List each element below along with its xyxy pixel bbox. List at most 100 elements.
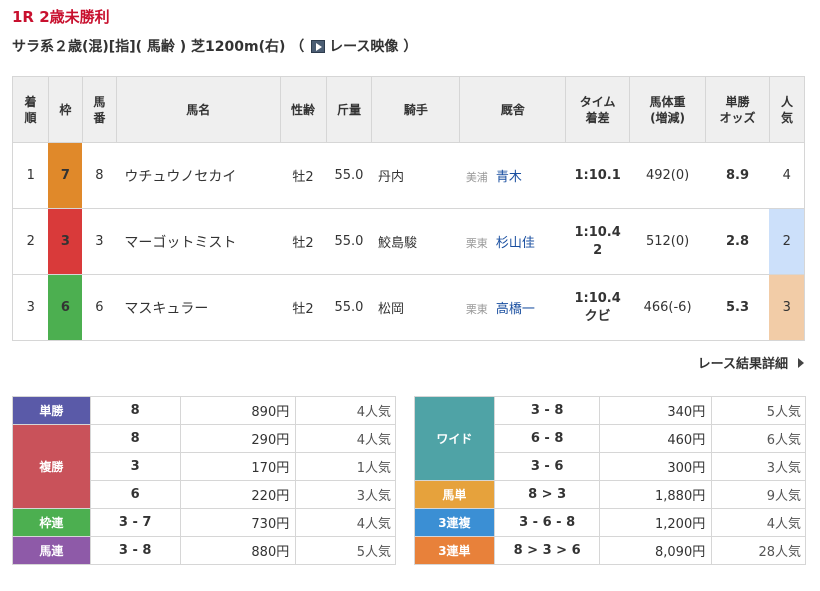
body-weight: 492(0) [629,142,706,209]
chevron-right-icon[interactable] [798,358,804,368]
payout-popularity: 4人気 [711,508,806,537]
header-body-weight: 馬体重 (増減) [629,76,707,143]
payout-amount: 460円 [599,424,713,453]
payout-row: 3連複 3 - 6 - 8 1,200円 4人気 [414,508,806,537]
sex-age: 牡2 [280,208,326,275]
race-video-link[interactable]: レース映像 [329,39,398,55]
time-value: 1:10.4 [574,224,621,240]
horse-number: 6 [82,274,117,341]
payout-popularity: 4人気 [295,424,396,453]
result-row: 3 6 6 マスキュラー 牡2 55.0 松岡 栗東 高橋一 1:10.4 クビ 466(-6) 5.3… [12,274,806,341]
payout-type-label: 馬単 [414,480,495,509]
header-odds: 単勝 オッズ [705,76,770,143]
payout-row: 馬単 8 > 3 1,880円 9人気 [414,480,806,509]
win-odds: 5.3 [705,274,770,341]
payout-type-label: 3連単 [414,536,495,565]
payout-amount: 340円 [599,396,713,425]
header-horse: 馬名 [115,76,281,143]
jockey-link[interactable]: 鮫島駿 [371,208,460,275]
finish-time: 1:10.1 [565,142,630,209]
payout-type-label: ワイド [414,396,495,481]
trainer-link[interactable]: 高橋一 [496,302,535,317]
race-details-link[interactable]: レース結果詳細 [698,353,804,372]
payout-row: 枠連 3 - 7 730円 4人気 [12,508,396,537]
result-row: 1 7 8 ウチュウノセカイ 牡2 55.0 丹内 美浦 青木 1:10.1 492(0) 8.9 4 [12,142,806,209]
payout-combination: 3 - 6 [493,452,601,481]
payout-popularity: 4人気 [295,508,396,537]
payout-popularity: 4人気 [295,396,396,425]
result-row: 2 3 3 マーゴットミスト 牡2 55.0 鮫島駿 栗東 杉山佳 1:10.4 2 512(0) 2.… [12,208,806,275]
horse-name-link[interactable]: ウチュウノセカイ [116,142,281,209]
jockey-link[interactable]: 丹内 [371,142,460,209]
race-conditions: サラ系２歳(混)[指]( 馬齢 ) 芝1200m(右) （ レース映像 ） [12,36,417,56]
body-weight: 466(-6) [629,274,706,341]
payout-type-label: 枠連 [12,508,91,537]
horse-number: 8 [82,142,117,209]
margin-value: 2 [593,242,603,258]
header-jockey: 騎手 [371,76,461,143]
payout-row: 単勝 8 890円 4人気 [12,396,396,425]
header-sex-age: 性齢 [279,76,327,143]
popularity: 3 [769,274,806,341]
payout-type-label: 複勝 [12,424,91,509]
payout-combination: 8 > 3 > 6 [493,536,601,565]
header-number: 馬番 [81,76,117,143]
payout-amount: 730円 [179,508,297,537]
header-trainer: 厩舎 [459,76,567,143]
results-header-row: 着順 枠 馬番 馬名 性齢 斤量 騎手 厩舎 タイム 着差 馬体重 (増減) 単勝オ… [12,76,806,143]
time-value: 1:10.1 [574,167,621,183]
weight-carried: 55.0 [326,142,372,209]
sex-age: 牡2 [280,274,326,341]
win-odds: 8.9 [705,142,770,209]
trainer-region: 美浦 [465,171,488,184]
payout-amount: 170円 [179,452,297,481]
horse-name-link[interactable]: マスキュラー [116,274,281,341]
payout-row: 馬連 3 - 8 880円 5人気 [12,536,396,565]
race-details-label[interactable]: レース結果詳細 [698,357,788,372]
payout-row: ワイド 3 - 8 340円 5人気 [414,396,806,481]
payout-amount: 300円 [599,452,713,481]
win-odds: 2.8 [705,208,770,275]
payout-amount: 220円 [179,480,297,509]
payout-popularity: 9人気 [711,480,806,509]
payout-type-label: 3連複 [414,508,495,537]
popularity: 4 [769,142,806,209]
payout-type-label: 単勝 [12,396,91,425]
body-weight: 512(0) [629,208,706,275]
trainer-link[interactable]: 杉山佳 [496,236,535,251]
horse-number: 3 [82,208,117,275]
frame-number: 6 [48,274,83,341]
finish-time: 1:10.4 2 [565,208,630,275]
payout-combination: 3 - 8 [89,536,181,565]
payout-popularity: 3人気 [711,452,806,481]
weight-carried: 55.0 [326,208,372,275]
trainer: 栗東 高橋一 [459,274,566,341]
payout-combination: 3 [89,452,181,481]
trainer: 美浦 青木 [459,142,566,209]
payout-row: 複勝 8 290円 4人気 [12,424,396,509]
payout-combination: 6 [89,480,181,509]
payout-popularity: 6人気 [711,424,806,453]
payout-amount: 890円 [179,396,297,425]
payout-combination: 6 - 8 [493,424,601,453]
race-conditions-text: サラ系２歳(混)[指]( 馬齢 ) 芝1200m(右) （ [12,39,305,55]
trainer-link[interactable]: 青木 [496,170,522,185]
payout-amount: 8,090円 [599,536,713,565]
payout-combination: 3 - 7 [89,508,181,537]
sex-age: 牡2 [280,142,326,209]
frame-number: 3 [48,208,83,275]
rank: 1 [12,142,49,209]
payout-popularity: 1人気 [295,452,396,481]
horse-name-link[interactable]: マーゴットミスト [116,208,281,275]
payout-amount: 1,880円 [599,480,713,509]
trainer-region: 栗東 [465,237,488,250]
payout-combination: 8 [89,424,181,453]
header-time: タイム 着差 [565,76,631,143]
payout-amount: 290円 [179,424,297,453]
payout-popularity: 5人気 [711,396,806,425]
payout-combination: 8 > 3 [493,480,601,509]
trainer: 栗東 杉山佳 [459,208,566,275]
jockey-link[interactable]: 松岡 [371,274,460,341]
payout-popularity: 3人気 [295,480,396,509]
video-play-icon[interactable] [311,40,326,53]
